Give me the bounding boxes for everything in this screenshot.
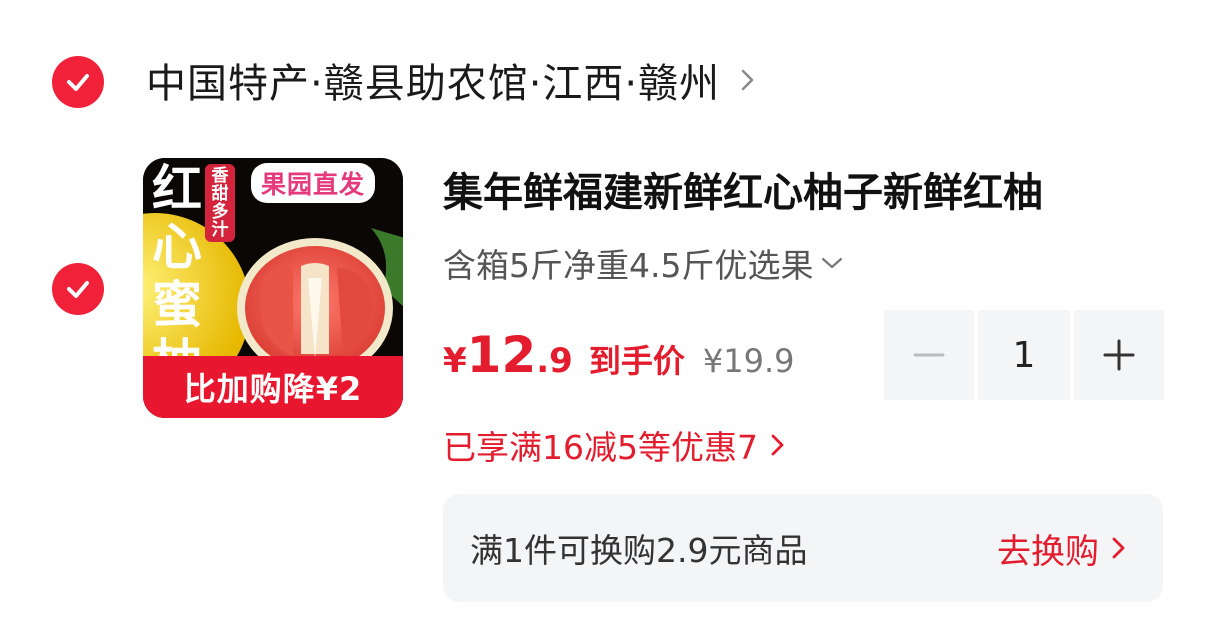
trade-up-banner: 满1件可换购2.9元商品 去换购 <box>443 494 1163 602</box>
decrease-quantity-button[interactable] <box>884 310 974 400</box>
spec-selector[interactable]: 含箱5斤净重4.5斤优选果 <box>443 238 845 288</box>
quantity-text: 1 <box>1012 334 1036 376</box>
thumbnail-promo-banner: 比加购降¥2 <box>143 356 403 418</box>
chevron-right-icon <box>1112 537 1125 559</box>
trade-up-text: 满1件可换购2.9元商品 <box>470 531 808 570</box>
thumbnail-tag-text: 果园直发 <box>261 170 366 199</box>
item-select-checkbox[interactable] <box>52 263 104 315</box>
chevron-down-icon <box>822 257 843 269</box>
increase-quantity-button[interactable] <box>1074 310 1164 400</box>
thumbnail-sweet-label: 香甜多汁 <box>205 164 235 242</box>
quantity-value[interactable]: 1 <box>978 310 1070 400</box>
store-header[interactable]: 中国特产·赣县助农馆·江西·赣州 <box>146 50 758 110</box>
product-thumbnail[interactable]: 红心蜜柚 香甜多汁 果园直发 比加购降¥2 <box>143 158 403 418</box>
chevron-right-icon <box>741 69 754 91</box>
plus-icon <box>1103 339 1135 371</box>
thumbnail-banner-text: 比加购降¥2 <box>183 370 363 408</box>
store-select-checkbox[interactable] <box>52 56 104 108</box>
thumbnail-tag: 果园直发 <box>251 163 376 203</box>
discount-text: 已享满16减5等优惠7 <box>443 428 758 467</box>
price-row: ¥ 12 .9 到手价 ¥19.9 <box>443 326 794 392</box>
store-name[interactable]: 中国特产·赣县助农馆·江西·赣州 <box>146 51 720 109</box>
trade-up-button[interactable]: 去换购 <box>997 494 1127 602</box>
discount-info[interactable]: 已享满16减5等优惠7 <box>443 420 786 470</box>
checkmark-icon <box>67 74 89 91</box>
chevron-right-icon <box>771 434 784 456</box>
original-price: ¥19.9 <box>702 342 795 380</box>
final-price-label: 到手价 <box>588 342 685 380</box>
product-title[interactable]: 集年鲜福建新鲜红心柚子新鲜红柚 <box>443 160 1163 218</box>
quantity-stepper: 1 <box>884 310 1164 400</box>
price-decimal: .9 <box>536 341 573 381</box>
trade-up-action-label: 去换购 <box>997 531 1099 572</box>
checkmark-icon <box>67 281 89 298</box>
spec-text: 含箱5斤净重4.5斤优选果 <box>443 246 814 285</box>
minus-icon <box>913 353 945 357</box>
price-currency: ¥ <box>443 341 467 381</box>
price-integer: 12 <box>466 326 537 384</box>
